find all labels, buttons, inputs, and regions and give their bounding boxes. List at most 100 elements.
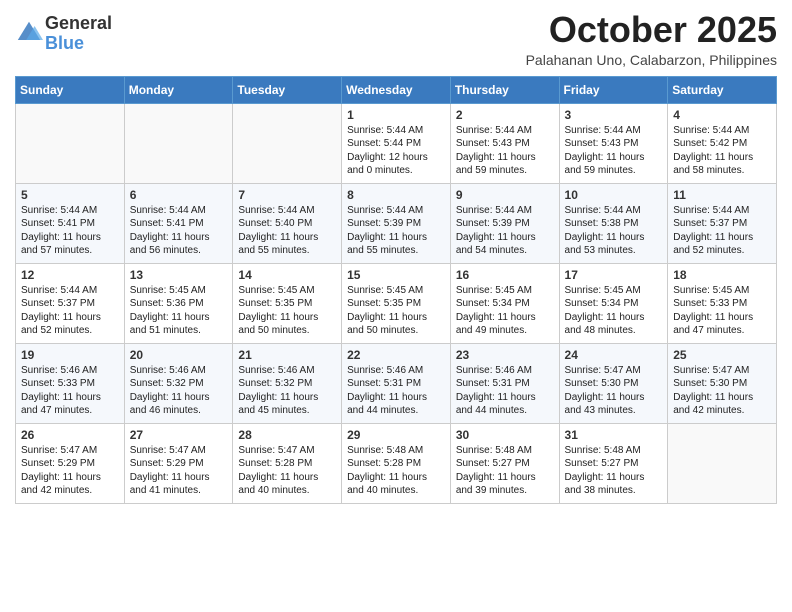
day-info: Sunrise: 5:44 AM Sunset: 5:37 PM Dayligh… — [21, 284, 119, 338]
day-number: 20 — [130, 348, 228, 362]
calendar-cell: 3 Sunrise: 5:44 AM Sunset: 5:43 PM Daylig… — [559, 103, 668, 183]
calendar-cell — [124, 103, 233, 183]
logo: General Blue — [15, 14, 112, 54]
calendar-cell: 17Sunrise: 5:45 AM Sunset: 5:34 PM Dayli… — [559, 263, 668, 343]
day-number: 28 — [238, 428, 336, 442]
day-number: 6 — [130, 188, 228, 202]
calendar-cell: 29 Sunrise: 5:48 AM Sunset: 5:28 PM Dayli… — [342, 423, 451, 503]
day-number: 25 — [673, 348, 771, 362]
day-info: Sunrise: 5:45 AM Sunset: 5:35 PM Dayligh… — [347, 284, 445, 338]
day-info: Sunrise: 5:46 AM Sunset: 5:32 PM Dayligh… — [130, 364, 228, 418]
day-number: 31 — [565, 428, 663, 442]
calendar-cell: 19 Sunrise: 5:46 AM Sunset: 5:33 PM Dayli… — [16, 343, 125, 423]
title-section: October 2025 Palahanan Uno, Calabarzon, … — [526, 10, 777, 68]
calendar-cell: 23 Sunrise: 5:46 AM Sunset: 5:31 PM Dayli… — [450, 343, 559, 423]
calendar-cell — [16, 103, 125, 183]
day-info: Sunrise: 5:45 AM Sunset: 5:33 PM Dayligh… — [673, 284, 771, 338]
calendar-week-row-4: 19 Sunrise: 5:46 AM Sunset: 5:33 PM Dayli… — [16, 343, 777, 423]
day-number: 16 — [456, 268, 554, 282]
day-number: 3 — [565, 108, 663, 122]
calendar-cell: 27 Sunrise: 5:47 AM Sunset: 5:29 PM Dayli… — [124, 423, 233, 503]
day-info: Sunrise: 5:46 AM Sunset: 5:31 PM Dayligh… — [347, 364, 445, 418]
calendar-cell: 28Sunrise: 5:47 AM Sunset: 5:28 PM Dayli… — [233, 423, 342, 503]
day-number: 15 — [347, 268, 445, 282]
day-info: Sunrise: 5:44 AM Sunset: 5:41 PM Dayligh… — [130, 204, 228, 258]
month-title: October 2025 — [526, 10, 777, 50]
day-number: 13 — [130, 268, 228, 282]
day-info: Sunrise: 5:46 AM Sunset: 5:33 PM Dayligh… — [21, 364, 119, 418]
calendar-cell: 26 Sunrise: 5:47 AM Sunset: 5:29 PM Dayli… — [16, 423, 125, 503]
calendar-cell: 4 Sunrise: 5:44 AM Sunset: 5:42 PM Daylig… — [668, 103, 777, 183]
header-friday: Friday — [559, 76, 668, 103]
day-number: 18 — [673, 268, 771, 282]
day-info: Sunrise: 5:44 AM Sunset: 5:38 PM Dayligh… — [565, 204, 663, 258]
day-number: 8 — [347, 188, 445, 202]
day-number: 7 — [238, 188, 336, 202]
calendar-cell: 10Sunrise: 5:44 AM Sunset: 5:38 PM Dayli… — [559, 183, 668, 263]
day-number: 5 — [21, 188, 119, 202]
location-subtitle: Palahanan Uno, Calabarzon, Philippines — [526, 52, 777, 68]
logo-text: General Blue — [45, 14, 112, 54]
header-wednesday: Wednesday — [342, 76, 451, 103]
day-number: 19 — [21, 348, 119, 362]
day-info: Sunrise: 5:47 AM Sunset: 5:30 PM Dayligh… — [565, 364, 663, 418]
logo-blue-text: Blue — [45, 34, 112, 54]
calendar-cell: 21 Sunrise: 5:46 AM Sunset: 5:32 PM Dayli… — [233, 343, 342, 423]
day-info: Sunrise: 5:46 AM Sunset: 5:31 PM Dayligh… — [456, 364, 554, 418]
calendar-week-row-3: 12Sunrise: 5:44 AM Sunset: 5:37 PM Dayli… — [16, 263, 777, 343]
calendar-cell: 22 Sunrise: 5:46 AM Sunset: 5:31 PM Dayli… — [342, 343, 451, 423]
logo-icon — [15, 19, 43, 47]
day-info: Sunrise: 5:45 AM Sunset: 5:34 PM Dayligh… — [456, 284, 554, 338]
day-number: 21 — [238, 348, 336, 362]
calendar-cell: 9 Sunrise: 5:44 AM Sunset: 5:39 PM Daylig… — [450, 183, 559, 263]
calendar-table: Sunday Monday Tuesday Wednesday Thursday… — [15, 76, 777, 504]
day-number: 26 — [21, 428, 119, 442]
logo-general-text: General — [45, 14, 112, 34]
header-thursday: Thursday — [450, 76, 559, 103]
day-info: Sunrise: 5:44 AM Sunset: 5:43 PM Dayligh… — [565, 124, 663, 178]
day-info: Sunrise: 5:44 AM Sunset: 5:44 PM Dayligh… — [347, 124, 445, 178]
calendar-cell — [668, 423, 777, 503]
calendar-cell: 14Sunrise: 5:45 AM Sunset: 5:35 PM Dayli… — [233, 263, 342, 343]
day-info: Sunrise: 5:47 AM Sunset: 5:29 PM Dayligh… — [130, 444, 228, 498]
day-number: 17 — [565, 268, 663, 282]
calendar-cell — [233, 103, 342, 183]
day-number: 11 — [673, 188, 771, 202]
day-number: 27 — [130, 428, 228, 442]
calendar-cell: 25 Sunrise: 5:47 AM Sunset: 5:30 PM Dayli… — [668, 343, 777, 423]
day-info: Sunrise: 5:44 AM Sunset: 5:39 PM Dayligh… — [456, 204, 554, 258]
day-number: 29 — [347, 428, 445, 442]
day-number: 22 — [347, 348, 445, 362]
calendar-header-row: Sunday Monday Tuesday Wednesday Thursday… — [16, 76, 777, 103]
day-info: Sunrise: 5:48 AM Sunset: 5:27 PM Dayligh… — [565, 444, 663, 498]
calendar-cell: 24 Sunrise: 5:47 AM Sunset: 5:30 PM Dayli… — [559, 343, 668, 423]
day-number: 24 — [565, 348, 663, 362]
day-number: 30 — [456, 428, 554, 442]
day-info: Sunrise: 5:46 AM Sunset: 5:32 PM Dayligh… — [238, 364, 336, 418]
day-number: 23 — [456, 348, 554, 362]
day-info: Sunrise: 5:47 AM Sunset: 5:30 PM Dayligh… — [673, 364, 771, 418]
day-info: Sunrise: 5:48 AM Sunset: 5:27 PM Dayligh… — [456, 444, 554, 498]
calendar-week-row-2: 5 Sunrise: 5:44 AM Sunset: 5:41 PM Daylig… — [16, 183, 777, 263]
calendar-cell: 7 Sunrise: 5:44 AM Sunset: 5:40 PM Daylig… — [233, 183, 342, 263]
day-number: 4 — [673, 108, 771, 122]
calendar-cell: 12Sunrise: 5:44 AM Sunset: 5:37 PM Dayli… — [16, 263, 125, 343]
day-info: Sunrise: 5:44 AM Sunset: 5:40 PM Dayligh… — [238, 204, 336, 258]
day-info: Sunrise: 5:45 AM Sunset: 5:35 PM Dayligh… — [238, 284, 336, 338]
calendar-cell: 5 Sunrise: 5:44 AM Sunset: 5:41 PM Daylig… — [16, 183, 125, 263]
day-info: Sunrise: 5:44 AM Sunset: 5:42 PM Dayligh… — [673, 124, 771, 178]
calendar-cell: 16 Sunrise: 5:45 AM Sunset: 5:34 PM Dayli… — [450, 263, 559, 343]
day-info: Sunrise: 5:44 AM Sunset: 5:41 PM Dayligh… — [21, 204, 119, 258]
day-info: Sunrise: 5:44 AM Sunset: 5:43 PM Dayligh… — [456, 124, 554, 178]
day-number: 9 — [456, 188, 554, 202]
calendar-week-row-1: 1Sunrise: 5:44 AM Sunset: 5:44 PM Daylig… — [16, 103, 777, 183]
calendar-cell: 8 Sunrise: 5:44 AM Sunset: 5:39 PM Daylig… — [342, 183, 451, 263]
calendar-cell: 20 Sunrise: 5:46 AM Sunset: 5:32 PM Dayli… — [124, 343, 233, 423]
day-info: Sunrise: 5:44 AM Sunset: 5:39 PM Dayligh… — [347, 204, 445, 258]
calendar-cell: 15 Sunrise: 5:45 AM Sunset: 5:35 PM Dayli… — [342, 263, 451, 343]
calendar-cell: 18 Sunrise: 5:45 AM Sunset: 5:33 PM Dayli… — [668, 263, 777, 343]
day-number: 2 — [456, 108, 554, 122]
day-info: Sunrise: 5:47 AM Sunset: 5:29 PM Dayligh… — [21, 444, 119, 498]
day-info: Sunrise: 5:48 AM Sunset: 5:28 PM Dayligh… — [347, 444, 445, 498]
calendar-cell: 6 Sunrise: 5:44 AM Sunset: 5:41 PM Daylig… — [124, 183, 233, 263]
